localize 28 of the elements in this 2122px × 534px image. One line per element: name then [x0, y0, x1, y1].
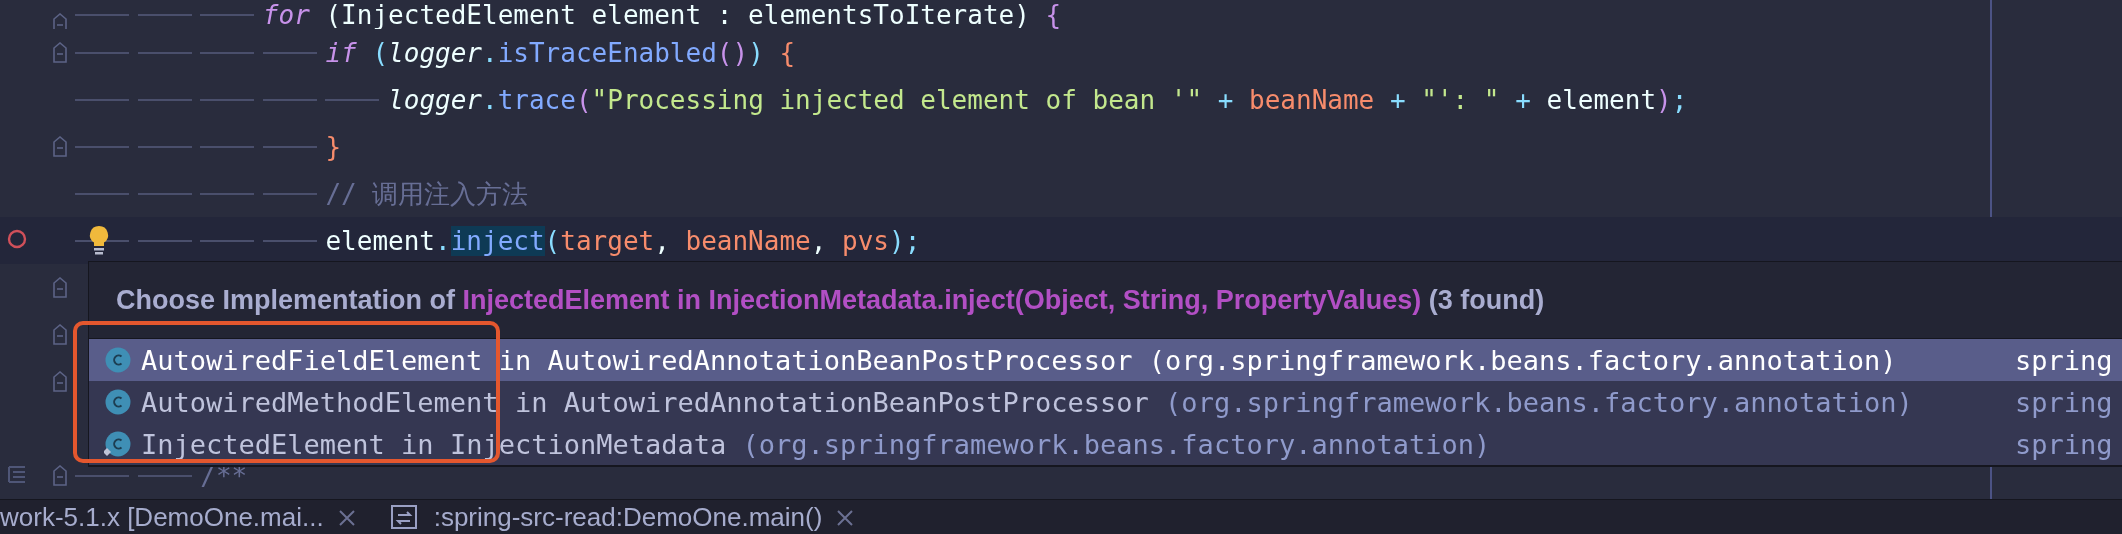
fold-icon[interactable]: [52, 324, 68, 346]
editor-tab[interactable]: :spring-src-read:DemoOne.main(): [433, 502, 823, 533]
lightbulb-icon[interactable]: [88, 225, 110, 255]
close-icon[interactable]: [836, 508, 855, 527]
code-line: element.inject(target, beanName, pvs);: [75, 225, 921, 256]
fold-icon[interactable]: [52, 136, 68, 158]
implementation-item[interactable]: AutowiredMethodElement in AutowiredAnnotationBeanPostProcessor (org.springframework.beans.factory.annotation) spring: [89, 381, 2122, 423]
breakpoint-icon[interactable]: [7, 229, 27, 249]
editor-tab[interactable]: work-5.1.x [DemoOne.mai...: [0, 502, 324, 533]
implementation-item[interactable]: AutowiredFieldElement in AutowiredAnnotationBeanPostProcessor (org.springframework.beans.factory.annotation) spring: [89, 339, 2122, 381]
module-label: spring: [2015, 344, 2113, 376]
code-line: for (InjectedElement element : elementsToIterate) {: [75, 0, 1062, 29]
fold-icon[interactable]: [52, 465, 68, 487]
implementation-label: AutowiredFieldElement in AutowiredAnnotationBeanPostProcessor (org.springframework.beans.factory.annotation): [141, 344, 1898, 376]
module-label: spring: [2015, 386, 2113, 418]
code-line: if (logger.isTraceEnabled()) {: [75, 37, 796, 68]
module-label: spring: [2015, 428, 2113, 460]
code-line: logger.trace("Processing injected element of bean '" + beanName + "': " + element);: [75, 84, 1688, 115]
structure-icon[interactable]: [7, 464, 27, 484]
fold-icon[interactable]: [52, 277, 68, 299]
implementation-label: AutowiredMethodElement in AutowiredAnnotationBeanPostProcessor (org.springframework.beans.factory.annotation): [141, 386, 1914, 418]
code-comment: // 调用注入方法: [75, 178, 529, 209]
fold-icon[interactable]: [52, 42, 68, 64]
fold-icon[interactable]: [52, 371, 68, 393]
popup-title: Choose Implementation of InjectedElement in InjectionMetadata.inject(Object, String, PropertyValues) (3 found): [115, 284, 1546, 317]
fold-icon[interactable]: [52, 13, 68, 29]
run-config-icon: [389, 503, 420, 532]
close-icon[interactable]: [337, 508, 356, 527]
